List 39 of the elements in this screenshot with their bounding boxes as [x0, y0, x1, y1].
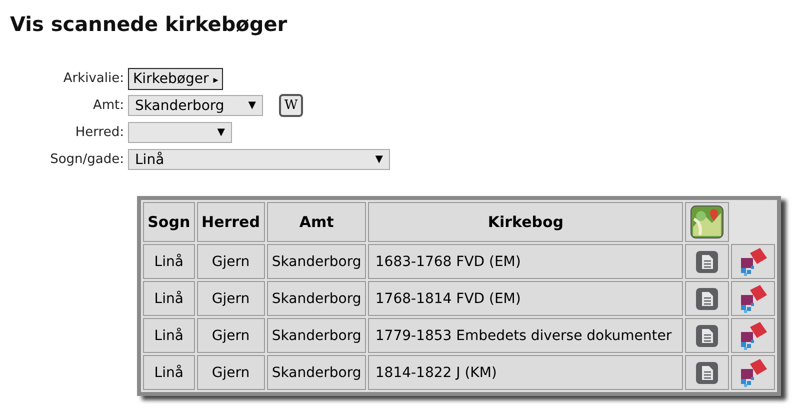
page-title: Vis scannede kirkebøger — [10, 12, 288, 36]
column-header: Kirkebog — [368, 202, 683, 242]
dropdown[interactable]: Skanderborg ▼ — [128, 95, 263, 116]
field-label: Arkivalie: — [62, 71, 124, 86]
table-cell: Gjern — [196, 281, 265, 316]
column-header: Herred — [196, 202, 265, 242]
archive-menu-button[interactable]: Kirkebøger ▸ — [128, 68, 224, 90]
table-cell: Linå — [143, 281, 195, 316]
field-label: Amt: — [92, 98, 124, 113]
column-header: Sogn — [143, 202, 195, 242]
table-cell: Skanderborg — [266, 281, 366, 316]
table-cell: 1814-1822 J (KM) — [368, 355, 683, 390]
document-icon[interactable] — [695, 360, 719, 384]
puzzle-pieces-icon[interactable] — [738, 320, 768, 350]
table-cell: Gjern — [196, 244, 265, 279]
table-cell: Linå — [143, 244, 195, 279]
document-icon[interactable] — [695, 286, 719, 310]
table-cell: Linå — [143, 355, 195, 390]
table-cell: Skanderborg — [266, 355, 366, 390]
field-label: Herred: — [74, 125, 124, 140]
document-icon[interactable] — [695, 324, 719, 348]
table-cell: 1768-1814 FVD (EM) — [368, 281, 683, 316]
map-icon[interactable] — [690, 205, 724, 239]
table-cell: 1683-1768 FVD (EM) — [368, 244, 683, 279]
wikipedia-button[interactable]: W — [279, 94, 303, 117]
table-cell: Gjern — [196, 318, 265, 353]
table-cell: Gjern — [196, 355, 265, 390]
document-icon[interactable] — [695, 250, 719, 274]
column-header: Amt — [266, 202, 366, 242]
puzzle-pieces-icon[interactable] — [738, 284, 768, 314]
field-label: Sogn/gade: — [49, 152, 124, 167]
puzzle-pieces-icon[interactable] — [738, 246, 768, 276]
table-cell: Skanderborg — [266, 244, 366, 279]
table-cell: Linå — [143, 318, 195, 353]
dropdown[interactable]: ▼ — [128, 122, 232, 143]
table-cell: 1779-1853 Embedets diverse dokumenter — [368, 318, 683, 353]
table-cell: Skanderborg — [266, 318, 366, 353]
puzzle-pieces-icon[interactable] — [738, 358, 768, 388]
dropdown[interactable]: Linå ▼ — [128, 149, 390, 170]
